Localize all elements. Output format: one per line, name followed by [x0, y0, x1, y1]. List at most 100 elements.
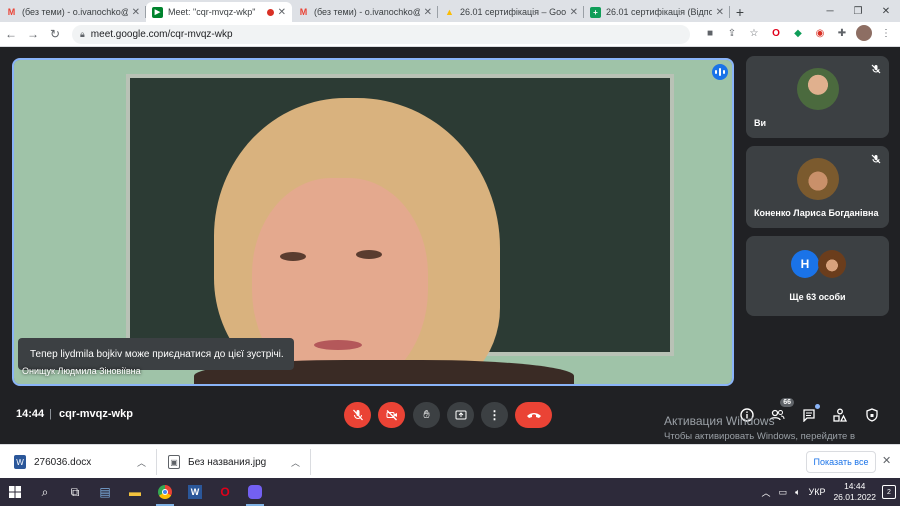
bookmark-star-icon[interactable]: ☆ — [746, 25, 762, 41]
participant-name: Коненко Лариса Богданівна — [754, 208, 879, 218]
download-item[interactable]: W 276036.docx ︿ — [4, 449, 154, 475]
taskbar-clock[interactable]: 14:44 26.01.2022 — [833, 481, 876, 503]
extensions-puzzle-icon[interactable]: ✚ — [834, 25, 850, 41]
more-participants-label: Ще 63 особи — [789, 292, 846, 302]
raise-hand-button[interactable]: ✋︎ — [413, 402, 440, 428]
chevron-up-icon[interactable]: ︿ — [762, 486, 771, 499]
new-tab-button[interactable]: + — [730, 2, 750, 22]
system-tray: ︿ ▭ 🔈︎ УКР 14:44 26.01.2022 — [762, 478, 876, 506]
close-tab-icon[interactable]: ✕ — [278, 7, 286, 18]
minimize-icon[interactable]: ─ — [816, 0, 844, 22]
time-separator: | — [49, 408, 52, 420]
tab-meet[interactable]: ▶ Meet: "cqr-mvqz-wkp" ✕ — [146, 2, 292, 22]
close-window-icon[interactable]: ✕ — [872, 0, 900, 22]
present-icon — [455, 410, 466, 420]
present-screen-button[interactable] — [447, 402, 474, 428]
close-tab-icon[interactable]: ✕ — [570, 7, 578, 18]
presenter-name: Онищук Людмила Зіновіївна — [22, 366, 141, 376]
tab-title: (без теми) - o.ivanochko@ip — [22, 7, 128, 17]
menu-kebab-icon[interactable]: ⋮ — [878, 25, 894, 41]
download-shelf: W 276036.docx ︿ ▣ Без названия.jpg ︿ Пок… — [0, 444, 900, 478]
camera-toggle-button[interactable] — [378, 402, 405, 428]
camera-off-icon — [386, 410, 397, 421]
viber-icon[interactable] — [240, 478, 270, 506]
chevron-up-icon[interactable]: ︿ — [137, 456, 146, 469]
participant-tile-self[interactable]: Ви — [746, 56, 889, 138]
mic-off-icon — [869, 152, 883, 166]
more-participants-tile[interactable]: Н Ще 63 особи — [746, 236, 889, 316]
main-video-tile[interactable]: Тепер liydmila bojkiv може приєднатися д… — [12, 58, 734, 386]
notification-center-icon[interactable]: 2 — [882, 485, 896, 499]
forward-icon[interactable]: → — [22, 23, 44, 45]
show-all-downloads-button[interactable]: Показать все — [806, 451, 876, 473]
profile-avatar-icon[interactable] — [856, 25, 872, 41]
close-tab-icon[interactable]: ✕ — [716, 7, 724, 18]
speaker-eye — [280, 252, 306, 261]
close-shelf-icon[interactable]: ✕ — [882, 454, 891, 467]
meet-stage: Тепер liydmila bojkiv може приєднатися д… — [0, 48, 900, 455]
save-app-icon[interactable]: ▤ — [90, 478, 120, 506]
task-view-icon[interactable]: ⧉ — [60, 478, 90, 506]
lock-icon[interactable]: 🔒︎ — [80, 29, 85, 40]
divider — [310, 449, 311, 475]
chevron-up-icon[interactable]: ︿ — [291, 456, 300, 469]
meeting-time: 14:44 — [16, 408, 45, 420]
language-indicator[interactable]: УКР — [808, 487, 825, 497]
drive-icon: ▲ — [445, 7, 454, 17]
sheets-icon: + — [590, 6, 601, 18]
hand-icon: ✋︎ — [423, 408, 430, 421]
extension-icon[interactable]: ◉ — [812, 25, 828, 41]
word-doc-icon: W — [14, 455, 26, 469]
join-notification-text: Тепер liydmila bojkiv може приєднатися д… — [30, 348, 284, 360]
tab-title: (без теми) - o.ivanochko@ip — [314, 7, 420, 17]
close-tab-icon[interactable]: ✕ — [132, 7, 140, 18]
share-icon[interactable]: ⇪ — [724, 25, 740, 41]
avatar — [797, 68, 839, 110]
tab-drive[interactable]: ▲ 26.01 сертифікація – Google ✕ — [438, 2, 584, 22]
back-icon[interactable]: ← — [0, 23, 22, 45]
word-icon[interactable]: W — [180, 478, 210, 506]
recording-indicator — [266, 8, 274, 16]
tab-gmail-1[interactable]: M (без теми) - o.ivanochko@ip ✕ — [0, 2, 146, 22]
speaker-eye — [356, 250, 382, 259]
tab-title: 26.01 сертифікація (Відпові — [606, 7, 712, 17]
microphone-toggle-button[interactable] — [344, 402, 371, 428]
participant-tile-konenko[interactable]: Коненко Лариса Богданівна — [746, 146, 889, 228]
browser-toolbar: ← → ↻ 🔒︎ meet.google.com/cqr-mvqz-wkp ■ … — [0, 22, 900, 47]
avatar — [797, 158, 839, 200]
window-controls: ─ ❐ ✕ — [816, 0, 900, 22]
opera-icon[interactable]: O — [210, 478, 240, 506]
gmail-icon: M — [299, 7, 308, 17]
address-bar[interactable]: 🔒︎ meet.google.com/cqr-mvqz-wkp — [72, 25, 690, 44]
chrome-icon[interactable] — [150, 478, 180, 506]
leave-call-button[interactable] — [515, 402, 552, 428]
avatar — [818, 250, 846, 278]
new-message-dot — [815, 404, 820, 409]
activation-title: Активация Windows — [664, 414, 775, 428]
meeting-code: cqr-mvqz-wkp — [59, 408, 133, 420]
volume-icon[interactable]: 🔈︎ — [795, 487, 800, 498]
opera-extension-icon[interactable]: O — [768, 25, 784, 41]
avatar: Н — [791, 250, 819, 278]
url-text: meet.google.com/cqr-mvqz-wkp — [90, 29, 233, 40]
windows-start-icon[interactable] — [0, 478, 30, 506]
shield-extension-icon[interactable]: ◆ — [790, 25, 806, 41]
reload-icon[interactable]: ↻ — [44, 23, 66, 45]
tab-sheets[interactable]: + 26.01 сертифікація (Відпові ✕ — [584, 2, 730, 22]
file-explorer-icon[interactable]: ▬ — [120, 478, 150, 506]
network-icon[interactable]: ▭ — [779, 487, 788, 498]
search-icon[interactable]: ⌕ — [30, 478, 60, 506]
toolbar-icons: ■ ⇪ ☆ O ◆ ◉ ✚ ⋮ — [702, 25, 894, 41]
mic-off-icon — [869, 62, 883, 76]
tab-title: Meet: "cqr-mvqz-wkp" — [168, 7, 256, 17]
more-options-button[interactable]: ⋮ — [481, 402, 508, 428]
download-item[interactable]: ▣ Без названия.jpg ︿ — [158, 449, 308, 475]
tab-gmail-2[interactable]: M (без теми) - o.ivanochko@ip ✕ — [292, 2, 438, 22]
speaker-mouth — [314, 340, 362, 350]
tab-title: 26.01 сертифікація – Google — [460, 7, 566, 17]
speaking-indicator-icon — [712, 64, 728, 80]
restore-icon[interactable]: ❐ — [844, 0, 872, 22]
participant-name: Ви — [754, 118, 767, 128]
close-tab-icon[interactable]: ✕ — [424, 7, 432, 18]
camera-in-use-icon[interactable]: ■ — [702, 25, 718, 41]
